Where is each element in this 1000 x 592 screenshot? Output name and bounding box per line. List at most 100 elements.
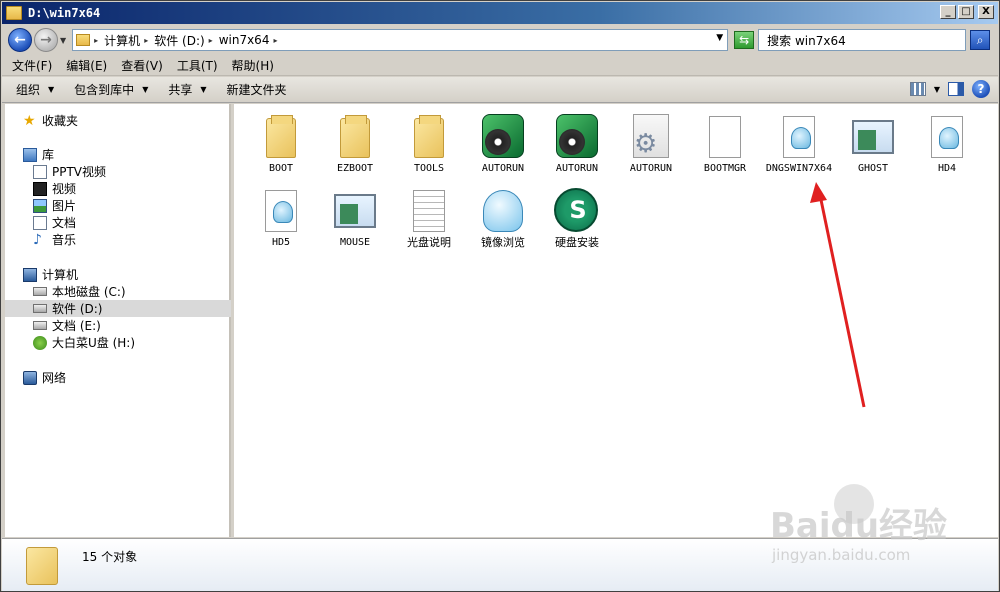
nav-network-label: 网络 — [42, 371, 67, 385]
nav-computer[interactable]: 计算机 — [23, 266, 223, 283]
library-icon — [23, 147, 37, 162]
nav-drive-label: 软件 (D:) — [52, 302, 103, 316]
breadcrumb-computer[interactable]: 计算机 — [104, 32, 140, 49]
menu-help[interactable]: 帮助(H) — [232, 57, 274, 74]
file-name: 硬盘安装 — [555, 236, 599, 249]
file-item[interactable]: DNGSWIN7X64 — [762, 114, 836, 175]
recent-pages-dropdown[interactable]: ▼ — [60, 36, 66, 45]
file-item[interactable]: 镜像浏览 — [466, 188, 540, 249]
search-input[interactable]: 搜索 win7x64 — [758, 29, 967, 51]
nav-library-pptv[interactable]: PPTV视频 — [33, 163, 223, 180]
nav-drive-c[interactable]: 本地磁盘 (C:) — [33, 283, 223, 300]
chevron-down-icon[interactable]: ▼ — [934, 85, 940, 94]
organize-button[interactable]: 组织 ▼ — [16, 81, 54, 98]
nav-drive-d[interactable]: 软件 (D:) — [5, 300, 231, 317]
chevron-right-icon[interactable]: ▸ — [209, 36, 213, 45]
file-name: BOOT — [268, 163, 294, 174]
nav-drive-e[interactable]: 文档 (E:) — [33, 317, 223, 334]
nav-drive-h[interactable]: 大白菜U盘 (H:) — [33, 334, 223, 351]
file-item[interactable]: HD5 — [244, 188, 318, 249]
back-button[interactable]: ← — [8, 28, 32, 52]
nav-library-label: 视频 — [52, 182, 77, 196]
folder-icon — [6, 6, 22, 20]
nav-library-label: PPTV视频 — [52, 165, 107, 179]
file-name: GHOST — [857, 163, 889, 174]
share-button[interactable]: 共享 ▼ — [168, 81, 206, 98]
file-item[interactable]: EZBOOT — [318, 114, 392, 175]
nav-network[interactable]: 网络 — [23, 369, 223, 386]
installer-icon — [554, 188, 600, 232]
search-icon: ⌕ — [976, 33, 984, 47]
menu-bar: 文件(F) 编辑(E) 查看(V) 工具(T) 帮助(H) — [2, 56, 998, 76]
drive-icon — [33, 287, 47, 296]
title-bar[interactable]: D:\win7x64 _ □ X — [2, 2, 998, 24]
chevron-right-icon[interactable]: ▸ — [273, 36, 277, 45]
network-icon — [23, 370, 37, 385]
file-name: MOUSE — [339, 237, 371, 248]
include-library-label: 包含到库中 — [74, 83, 135, 97]
nav-libraries[interactable]: 库 — [23, 146, 223, 163]
menu-file[interactable]: 文件(F) — [12, 57, 52, 74]
address-row: ← → ▼ ▸ 计算机 ▸ 软件 (D:) ▸ win7x64 ▸ ▼ ⇆ 搜索… — [2, 25, 998, 55]
breadcrumb-win7x64[interactable]: win7x64 — [219, 33, 270, 47]
nav-favorites[interactable]: ★ 收藏夹 — [23, 112, 223, 129]
file-item[interactable]: AUTORUN — [540, 114, 614, 175]
menu-edit[interactable]: 编辑(E) — [66, 57, 107, 74]
chevron-right-icon[interactable]: ▸ — [144, 36, 148, 45]
breadcrumb-drive-d[interactable]: 软件 (D:) — [154, 32, 204, 49]
organize-label: 组织 — [16, 83, 41, 97]
file-item[interactable]: GHOST — [836, 114, 910, 175]
chevron-down-icon: ▼ — [48, 85, 55, 94]
watermark-url: jingyan.baidu.com — [772, 546, 911, 564]
file-name: EZBOOT — [336, 163, 374, 174]
file-item[interactable]: HD4 — [910, 114, 984, 175]
chevron-down-icon: ▼ — [142, 85, 149, 94]
file-item[interactable]: 硬盘安装 — [540, 188, 614, 249]
address-dropdown[interactable]: ▼ — [716, 33, 723, 43]
chevron-right-icon[interactable]: ▸ — [94, 36, 98, 45]
preview-pane-icon[interactable] — [948, 82, 964, 96]
disc-icon — [482, 114, 524, 158]
file-item[interactable]: AUTORUN — [614, 114, 688, 175]
maximize-button[interactable]: □ — [958, 5, 974, 19]
minimize-button[interactable]: _ — [940, 5, 956, 19]
nav-library-label: 音乐 — [52, 233, 77, 247]
nav-libraries-label: 库 — [42, 148, 55, 162]
gear-file-icon — [633, 114, 669, 159]
nav-drive-label: 大白菜U盘 (H:) — [52, 336, 136, 350]
file-name: 光盘说明 — [407, 236, 451, 249]
include-library-button[interactable]: 包含到库中 ▼ — [74, 81, 148, 98]
window-icon — [852, 120, 894, 154]
refresh-button[interactable]: ⇆ — [734, 31, 755, 49]
menu-view[interactable]: 查看(V) — [121, 57, 163, 74]
drive-icon — [33, 304, 47, 313]
address-bar[interactable]: ▸ 计算机 ▸ 软件 (D:) ▸ win7x64 ▸ ▼ — [72, 29, 729, 51]
nav-library-videos[interactable]: 视频 — [33, 180, 223, 197]
folder-icon — [266, 115, 296, 158]
ghost-file-icon — [783, 116, 815, 158]
new-folder-button[interactable]: 新建文件夹 — [227, 81, 287, 98]
ghost-file-icon — [931, 116, 963, 158]
forward-button[interactable]: → — [34, 28, 58, 52]
folder-icon — [340, 115, 370, 158]
help-icon[interactable]: ? — [972, 80, 990, 98]
file-item[interactable]: BOOTMGR — [688, 114, 762, 175]
file-item[interactable]: 光盘说明 — [392, 188, 466, 249]
file-item[interactable]: TOOLS — [392, 114, 466, 175]
file-item[interactable]: BOOT — [244, 114, 318, 175]
nav-drive-label: 文档 (E:) — [52, 319, 101, 333]
file-item[interactable]: AUTORUN — [466, 114, 540, 175]
usb-drive-icon — [33, 335, 47, 350]
nav-library-pictures[interactable]: 图片 — [33, 197, 223, 214]
menu-tools[interactable]: 工具(T) — [177, 57, 218, 74]
navigation-pane: ★ 收藏夹 库 PPTV视频 视频 图片 文档 ♪ 音乐 计算机 本地磁盘 (C… — [5, 104, 231, 537]
change-view-icon[interactable] — [909, 82, 926, 96]
file-name: TOOLS — [413, 163, 445, 174]
close-button[interactable]: X — [978, 5, 994, 19]
file-name: AUTORUN — [481, 163, 525, 174]
nav-library-documents[interactable]: 文档 — [33, 214, 223, 231]
nav-library-music[interactable]: ♪ 音乐 — [33, 231, 223, 248]
file-name: DNGSWIN7X64 — [765, 163, 833, 174]
search-button[interactable]: ⌕ — [970, 30, 991, 50]
file-item[interactable]: MOUSE — [318, 188, 392, 249]
